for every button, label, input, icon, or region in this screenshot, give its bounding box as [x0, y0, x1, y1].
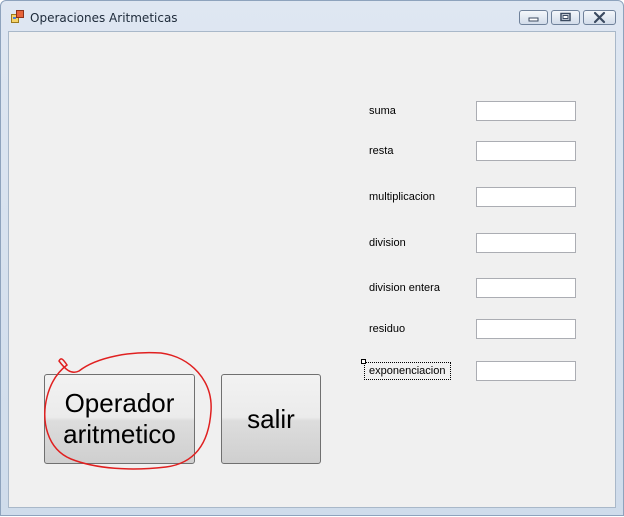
close-icon — [593, 11, 606, 24]
label-division-entera: division entera — [369, 282, 440, 294]
label-exponenciacion: exponenciacion — [369, 365, 446, 377]
selection-handle[interactable] — [361, 359, 366, 364]
operador-aritmetico-button[interactable]: Operador aritmetico — [44, 374, 195, 464]
label-multiplicacion: multiplicacion — [369, 191, 436, 203]
suma-textbox[interactable] — [476, 101, 576, 121]
operador-button-label: Operador aritmetico — [63, 388, 176, 450]
maximize-button[interactable] — [551, 10, 580, 25]
app-icon — [11, 10, 24, 23]
title-bar[interactable]: Operaciones Aritmeticas — [1, 1, 623, 31]
label-division: division — [369, 237, 406, 249]
operador-label-line1: Operador — [64, 388, 175, 418]
multiplicacion-textbox[interactable] — [476, 187, 576, 207]
division-entera-textbox[interactable] — [476, 278, 576, 298]
division-textbox[interactable] — [476, 233, 576, 253]
minimize-icon — [528, 17, 539, 22]
label-suma: suma — [369, 105, 396, 117]
resta-textbox[interactable] — [476, 141, 576, 161]
label-residuo: residuo — [369, 323, 406, 335]
salir-button-label: salir — [247, 403, 295, 434]
app-window: Operaciones Aritmeticas suma resta multi… — [0, 0, 624, 516]
window-title: Operaciones Aritmeticas — [30, 11, 178, 25]
minimize-button[interactable] — [519, 10, 548, 25]
label-resta: resta — [369, 145, 394, 157]
close-button[interactable] — [583, 10, 616, 25]
maximize-icon — [560, 12, 571, 22]
form-client-area: suma resta multiplicacion division divis… — [8, 31, 616, 508]
salir-button[interactable]: salir — [221, 374, 321, 464]
exponenciacion-textbox[interactable] — [476, 361, 576, 381]
operador-label-line2: aritmetico — [63, 419, 176, 449]
residuo-textbox[interactable] — [476, 319, 576, 339]
